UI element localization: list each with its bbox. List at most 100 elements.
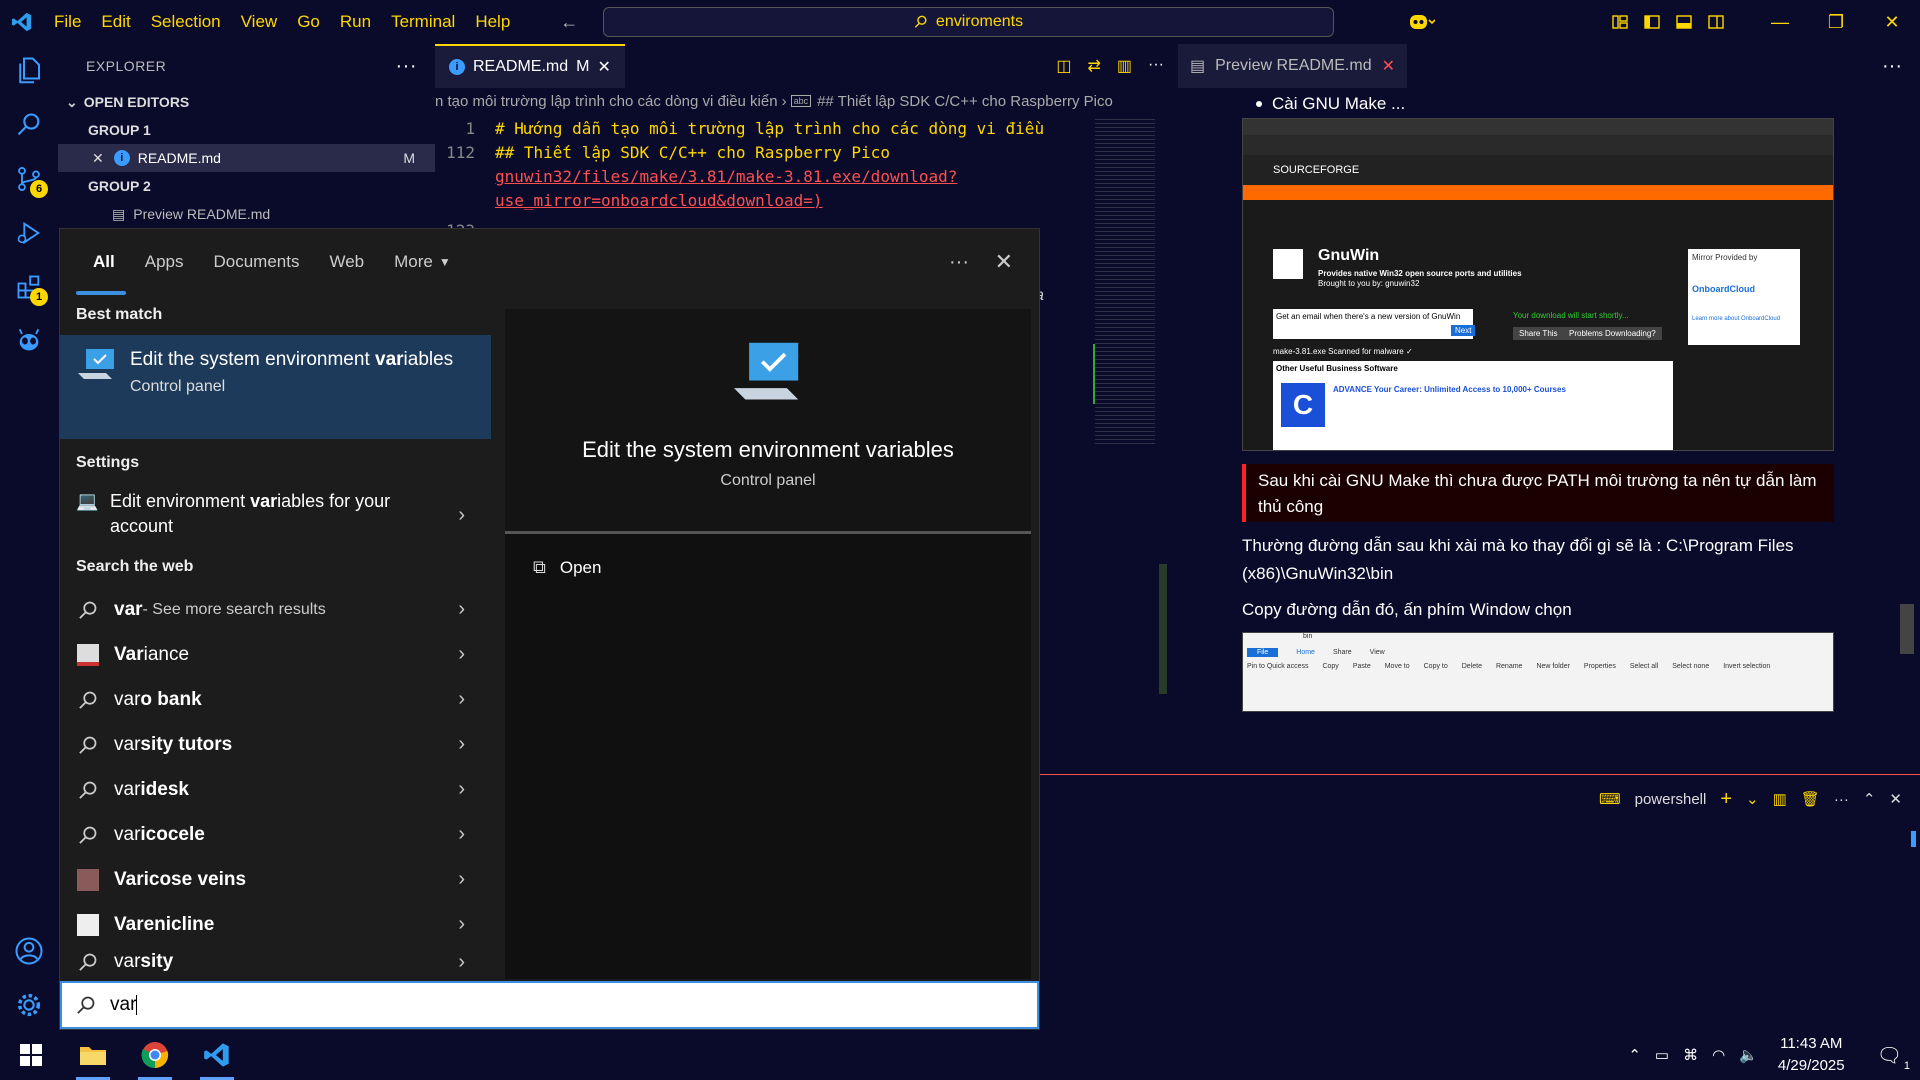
minimap[interactable] [1095,116,1155,446]
close-window-icon[interactable]: ✕ [1864,0,1920,44]
customize-layout-icon[interactable] [1604,0,1636,44]
menu-view[interactable]: View [231,12,288,32]
source-control-badge: 6 [30,180,48,198]
tab-label: README.md [473,58,569,75]
terminal-name[interactable]: powershell [1635,791,1707,808]
breadcrumb-current[interactable]: ## Thiết lập SDK C/C++ cho Raspberry Pic… [817,93,1113,110]
open-editors-section[interactable]: ⌄ OPEN EDITORS [58,88,435,116]
compare-changes-icon[interactable]: ⇄ [1087,56,1100,76]
web-result[interactable]: var idesk › [60,767,491,812]
settings-gear-icon[interactable] [0,978,58,1032]
split-terminal-icon[interactable]: ▥ [1773,790,1787,808]
tab-apps[interactable]: Apps [130,229,199,295]
chevron-down-icon[interactable]: ⌄ [1746,790,1759,808]
web-result[interactable]: Var enicline › [60,902,491,947]
menu-terminal[interactable]: Terminal [381,12,465,32]
menu-help[interactable]: Help [465,12,520,32]
trash-icon[interactable]: 🗑 [1801,790,1820,808]
more-actions-icon[interactable]: ··· [396,55,417,78]
search-input[interactable]: var [60,981,1039,1029]
preview-tab-label: Preview README.md [1215,57,1372,74]
explorer-icon[interactable] [0,44,58,98]
editor-scrollbar[interactable] [1159,564,1167,694]
account-icon[interactable] [0,924,58,978]
tab-preview[interactable]: ▤ Preview README.md ✕ [1178,44,1408,88]
notification-center[interactable]: 🗨 1 [1877,1043,1910,1072]
restore-icon[interactable]: ❐ [1808,0,1864,44]
open-action[interactable]: ⧉ Open [533,557,601,578]
new-terminal-icon[interactable]: + [1720,788,1732,811]
close-icon[interactable]: ✕ [92,150,104,167]
web-result[interactable]: Var icose veins › [60,857,491,902]
open-editor-readme[interactable]: ✕ i README.md M [58,144,435,172]
close-icon[interactable]: ✕ [1382,56,1395,76]
run-debug-icon[interactable] [0,206,58,260]
more-actions-icon[interactable]: ··· [1148,56,1164,76]
menu-go[interactable]: Go [287,12,330,32]
volume-icon[interactable]: 🔈 [1739,1046,1758,1064]
toggle-secondary-sidebar-icon[interactable] [1700,0,1732,44]
toggle-panel-icon[interactable] [1668,0,1700,44]
web-result[interactable]: var sity › [60,947,491,977]
menu-run[interactable]: Run [330,12,381,32]
minimize-icon[interactable]: — [1752,0,1808,44]
chevron-right-icon: › [458,868,465,890]
web-result[interactable]: var o bank › [60,677,491,722]
sf-brand: SOURCEFORGE [1273,164,1360,176]
copilot-icon[interactable] [1396,0,1448,44]
maximize-panel-icon[interactable]: ⌃ [1863,790,1876,808]
menu-edit[interactable]: Edit [91,12,140,32]
best-match-item[interactable]: Edit the system environment variables Co… [60,335,491,439]
tab-all[interactable]: All [60,229,130,295]
chrome-taskbar[interactable] [124,1030,186,1080]
menu-selection[interactable]: Selection [141,12,231,32]
close-icon[interactable]: ✕ [995,249,1013,275]
back-arrow-icon[interactable]: ← [560,12,578,33]
chevron-right-icon: › [458,733,465,755]
web-result[interactable]: var icocele › [60,812,491,857]
start-button[interactable] [0,1030,62,1080]
more-actions-icon[interactable]: ··· [1834,791,1849,808]
battery-icon[interactable]: ▭ [1655,1046,1669,1064]
editor-tabs: i README.md M ✕ ◫ ⇄ ▥ ··· [435,44,1178,88]
split-editor-icon[interactable]: ▥ [1117,56,1132,76]
preview-scrollbar[interactable] [1900,604,1914,654]
tab-documents[interactable]: Documents [198,229,314,295]
menu-file[interactable]: File [44,12,91,32]
source-control-icon[interactable]: 6 [0,152,58,206]
open-editor-preview[interactable]: ▤ Preview README.md [58,200,435,228]
more-options-icon[interactable]: ··· [949,251,969,274]
chevron-up-icon[interactable]: ⌃ [1628,1046,1641,1064]
tab-more[interactable]: More ▼ [379,229,466,295]
breadcrumb-parent[interactable]: n tạo môi trường lập trình cho các dòng … [435,93,778,110]
browser-addressbar [1243,135,1833,155]
command-center[interactable]: enviroments [603,7,1334,37]
extensions-icon[interactable]: 1 [0,260,58,314]
web-result[interactable]: Var iance › [60,632,491,677]
open-preview-icon[interactable]: ◫ [1056,56,1071,76]
setting-item-env-vars[interactable]: 💻 Edit environment variables for your ac… [60,483,491,547]
device-icon[interactable]: ⌘ [1683,1046,1698,1064]
vscode-taskbar[interactable] [186,1030,248,1080]
wifi-icon[interactable]: ◠ [1712,1046,1725,1064]
info-icon: i [113,150,130,166]
web-result-see-more[interactable]: var - See more search results › [60,587,491,632]
close-panel-icon[interactable]: ✕ [1889,790,1902,808]
system-tray: ⌃ ▭ ⌘ ◠ 🔈 11:43 AM 4/29/2025 🗨 1 [1628,1030,1920,1080]
command-center-text: enviroments [935,13,1024,30]
code-area[interactable]: 1 # Hướng dẫn tạo môi trường lập trình ch… [435,116,1095,242]
file-explorer-taskbar[interactable] [62,1030,124,1080]
web-result[interactable]: var sity tutors › [60,722,491,767]
toggle-sidebar-icon[interactable] [1636,0,1668,44]
best-match-heading: Best match [76,306,163,323]
tab-readme[interactable]: i README.md M ✕ [435,44,625,88]
preview-icon: ▤ [1190,58,1206,75]
more-actions-icon[interactable]: ··· [1882,55,1902,78]
sf-brought-by: Brought to you by: gnuwin32 [1318,279,1420,288]
close-icon[interactable]: ✕ [597,57,610,77]
search-sidebar-icon[interactable] [0,98,58,152]
alien-extension-icon[interactable] [0,314,58,368]
clock[interactable]: 11:43 AM 4/29/2025 [1778,1033,1845,1077]
open-editor-preview-name: Preview README.md [133,206,271,222]
tab-web[interactable]: Web [314,229,379,295]
